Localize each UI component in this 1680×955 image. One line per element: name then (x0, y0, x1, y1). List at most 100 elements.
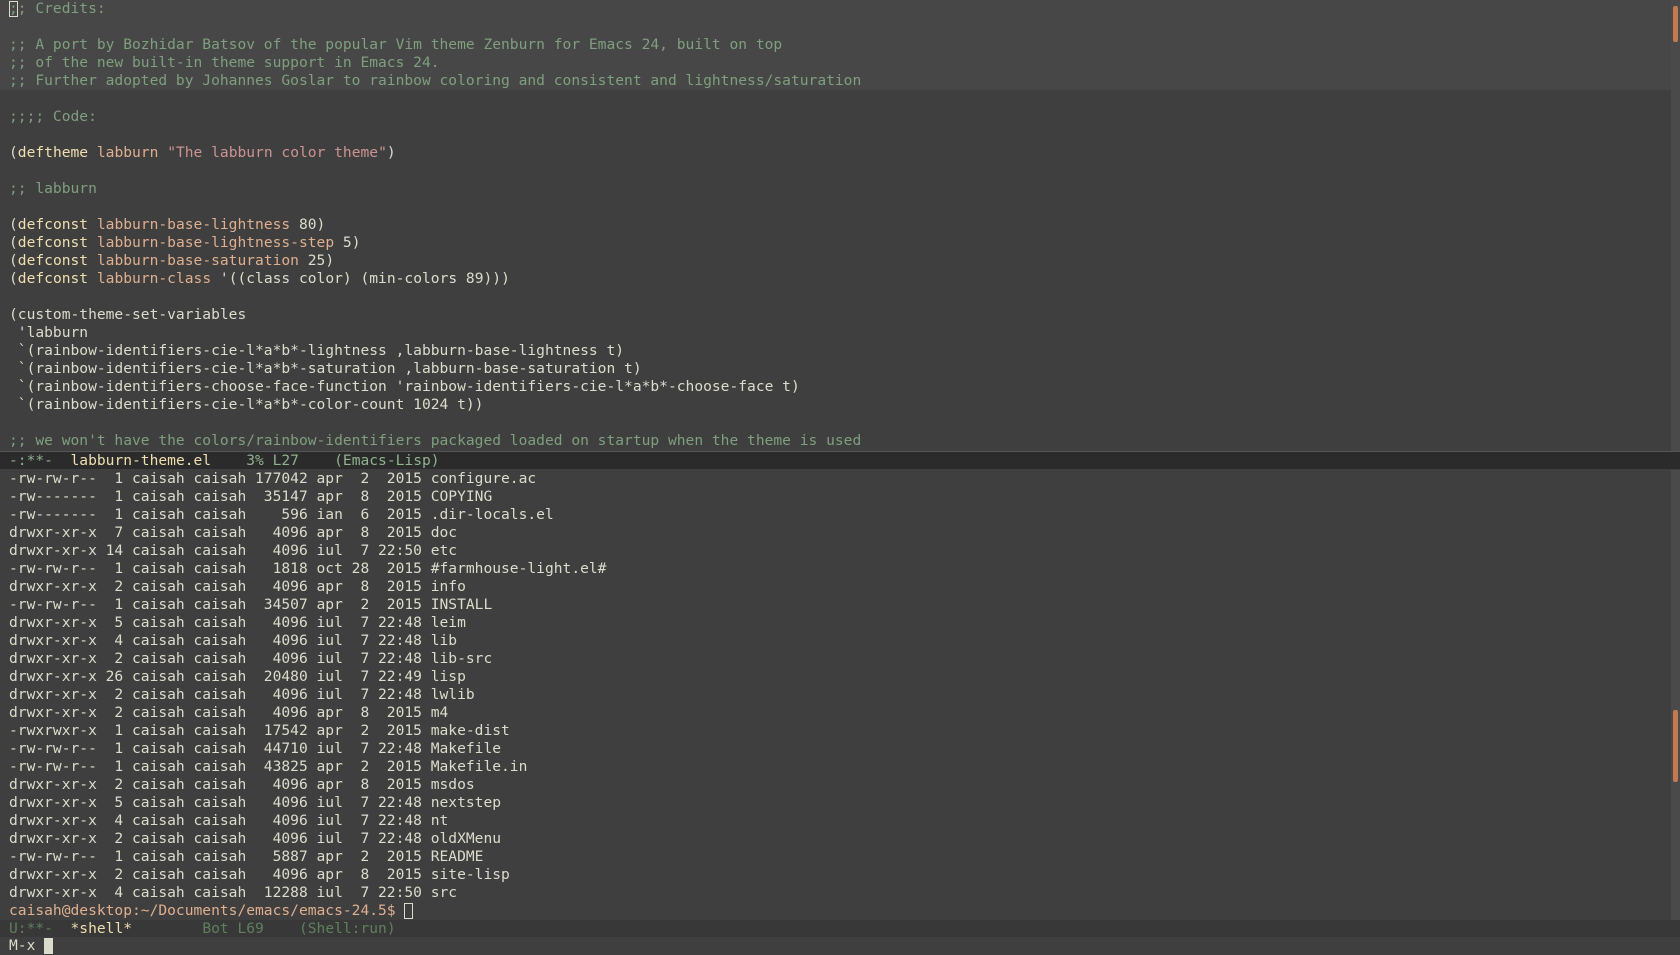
shell-output-line: -rw-rw-r-- 1 caisah caisah 44710 iul 7 2… (9, 740, 502, 757)
code-token: labburn-base-lightness (96, 216, 291, 233)
code-text: 'labburn (9, 324, 89, 341)
shell-output-line: -rw------- 1 caisah caisah 35147 apr 8 2… (9, 488, 493, 505)
code-line: (custom-theme-set-variables (0, 306, 1671, 324)
code-line: ;;;; Code: (0, 108, 1671, 126)
code-line: `(rainbow-identifiers-cie-l*a*b*-lightne… (0, 342, 1671, 360)
shell-output-line: -rw-rw-r-- 1 caisah caisah 177042 apr 2 … (9, 470, 537, 487)
code-token: defconst (17, 216, 89, 233)
shell-output-line: drwxr-xr-x 2 caisah caisah 4096 iul 7 22… (9, 830, 502, 847)
code-token: ( (9, 144, 18, 161)
code-token: ( (9, 270, 18, 287)
code-line: `(rainbow-identifiers-choose-face-functi… (0, 378, 1671, 396)
code-token: labburn-base-lightness-step (96, 234, 335, 251)
shell-output-line: drwxr-xr-x 2 caisah caisah 4096 iul 7 22… (9, 650, 493, 667)
mode-line-major-mode[interactable]: (Emacs-Lisp) (334, 452, 439, 469)
code-token: ( (9, 216, 18, 233)
code-text: `(rainbow-identifiers-choose-face-functi… (9, 378, 800, 395)
code-token: ( (9, 234, 18, 251)
code-line: (deftheme labburn "The labburn color the… (0, 144, 1671, 162)
code-token: defconst (17, 234, 89, 251)
code-line: (defconst labburn-base-lightness 80) (0, 216, 1671, 234)
shell-output-line: drwxr-xr-x 5 caisah caisah 4096 iul 7 22… (9, 794, 502, 811)
editor-scrollbar-thumb[interactable] (1673, 6, 1678, 42)
mode-line-status: -:**- (9, 452, 71, 469)
code-text: ;;;; Code: (9, 108, 97, 125)
code-line: `(rainbow-identifiers-cie-l*a*b*-color-c… (0, 396, 1671, 414)
shell-output-line: drwxr-xr-x 26 caisah caisah 20480 iul 7 … (9, 668, 466, 685)
shell-pane[interactable]: -rw-rw-r-- 1 caisah caisah 177042 apr 2 … (0, 470, 1671, 920)
code-line: ;; A port by Bozhidar Batsov of the popu… (0, 36, 1671, 54)
code-line: 'labburn (0, 324, 1671, 342)
code-text: `(rainbow-identifiers-cie-l*a*b*-color-c… (9, 396, 484, 413)
shell-output-line: drwxr-xr-x 14 caisah caisah 4096 iul 7 2… (9, 542, 458, 559)
shell-output-line: drwxr-xr-x 2 caisah caisah 4096 apr 8 20… (9, 866, 510, 883)
shell-output-line: -rw------- 1 caisah caisah 596 ian 6 201… (9, 506, 554, 523)
code-token: labburn-class (96, 270, 212, 287)
mode-line-position: 3% L27 (211, 452, 335, 469)
code-token: 80) (290, 216, 326, 233)
shell-output-line: -rw-rw-r-- 1 caisah caisah 1818 oct 28 2… (9, 560, 607, 577)
shell-output-line: drwxr-xr-x 5 caisah caisah 4096 iul 7 22… (9, 614, 466, 631)
code-token: ( (9, 252, 18, 269)
shell-mode-line: U:**- *shell* Bot L69 (Shell:run) (0, 920, 1680, 938)
mode-line-position: Bot L69 (132, 920, 299, 937)
code-text: ;; Further adopted by Johannes Goslar to… (9, 72, 862, 89)
shell-output-line: drwxr-xr-x 4 caisah caisah 4096 iul 7 22… (9, 632, 458, 649)
code-text: ;; A port by Bozhidar Batsov of the popu… (9, 36, 783, 53)
shell-output-line: drwxr-xr-x 4 caisah caisah 4096 iul 7 22… (9, 812, 449, 829)
code-line: (defconst labburn-base-saturation 25) (0, 252, 1671, 270)
minibuffer-prompt: M-x (9, 937, 45, 954)
shell-prompt: caisah@desktop:~/Documents/emacs/emacs-2… (9, 902, 405, 919)
mode-line-buffer-name[interactable]: labburn-theme.el (71, 452, 212, 469)
code-token: 25) (298, 252, 335, 269)
shell-output-line: drwxr-xr-x 2 caisah caisah 4096 apr 8 20… (9, 776, 475, 793)
shell-output-line: drwxr-xr-x 7 caisah caisah 4096 apr 8 20… (9, 524, 458, 541)
code-text: ;; Credits: (9, 0, 106, 17)
shell-cursor (404, 903, 414, 919)
code-token: labburn-base-saturation (96, 252, 299, 269)
editor-pane[interactable]: ;; Credits: ;; A port by Bozhidar Batsov … (0, 0, 1671, 451)
code-line (0, 18, 1671, 36)
code-text: ;; of the new built-in theme support in … (9, 54, 440, 71)
code-line: `(rainbow-identifiers-cie-l*a*b*-saturat… (0, 360, 1671, 378)
shell-scrollbar-thumb[interactable] (1673, 710, 1678, 782)
code-line: ;; we won't have the colors/rainbow-iden… (0, 432, 1671, 450)
editor-mode-line: -:**- labburn-theme.el 3% L27 (Emacs-Lis… (0, 451, 1680, 469)
code-text: (custom-theme-set-variables (9, 306, 247, 323)
shell-scrollbar[interactable] (1671, 470, 1680, 920)
shell-prompt-line[interactable]: caisah@desktop:~/Documents/emacs/emacs-2… (0, 902, 1671, 920)
code-line: ;; labburn (0, 180, 1671, 198)
code-token: deftheme (17, 144, 89, 161)
code-line: (defconst labburn-base-lightness-step 5) (0, 234, 1671, 252)
minibuffer-cursor (44, 938, 54, 954)
shell-output-line: -rw-rw-r-- 1 caisah caisah 34507 apr 2 2… (9, 596, 493, 613)
code-line: ;; of the new built-in theme support in … (0, 54, 1671, 72)
code-token: ) (386, 144, 396, 161)
minibuffer[interactable]: M-x (0, 937, 1680, 955)
shell-output-line: -rw-rw-r-- 1 caisah caisah 5887 apr 2 20… (9, 848, 484, 865)
shell-output-line: drwxr-xr-x 2 caisah caisah 4096 apr 8 20… (9, 578, 466, 595)
code-line: (defconst labburn-class '((class color) … (0, 270, 1671, 288)
editor-scrollbar[interactable] (1671, 0, 1680, 451)
shell-output-line: -rwxrwxr-x 1 caisah caisah 17542 apr 2 2… (9, 722, 510, 739)
code-token: "The labburn color theme" (167, 144, 387, 161)
shell-output-line: drwxr-xr-x 2 caisah caisah 4096 iul 7 22… (9, 686, 475, 703)
code-line: ;; Credits: (0, 0, 1671, 18)
mode-line-major-mode[interactable]: (Shell:run) (299, 920, 396, 937)
code-text: ;; labburn (9, 180, 97, 197)
code-text: `(rainbow-identifiers-cie-l*a*b*-lightne… (9, 342, 625, 359)
shell-output-line: drwxr-xr-x 2 caisah caisah 4096 apr 8 20… (9, 704, 449, 721)
mode-line-buffer-name[interactable]: *shell* (71, 920, 133, 937)
